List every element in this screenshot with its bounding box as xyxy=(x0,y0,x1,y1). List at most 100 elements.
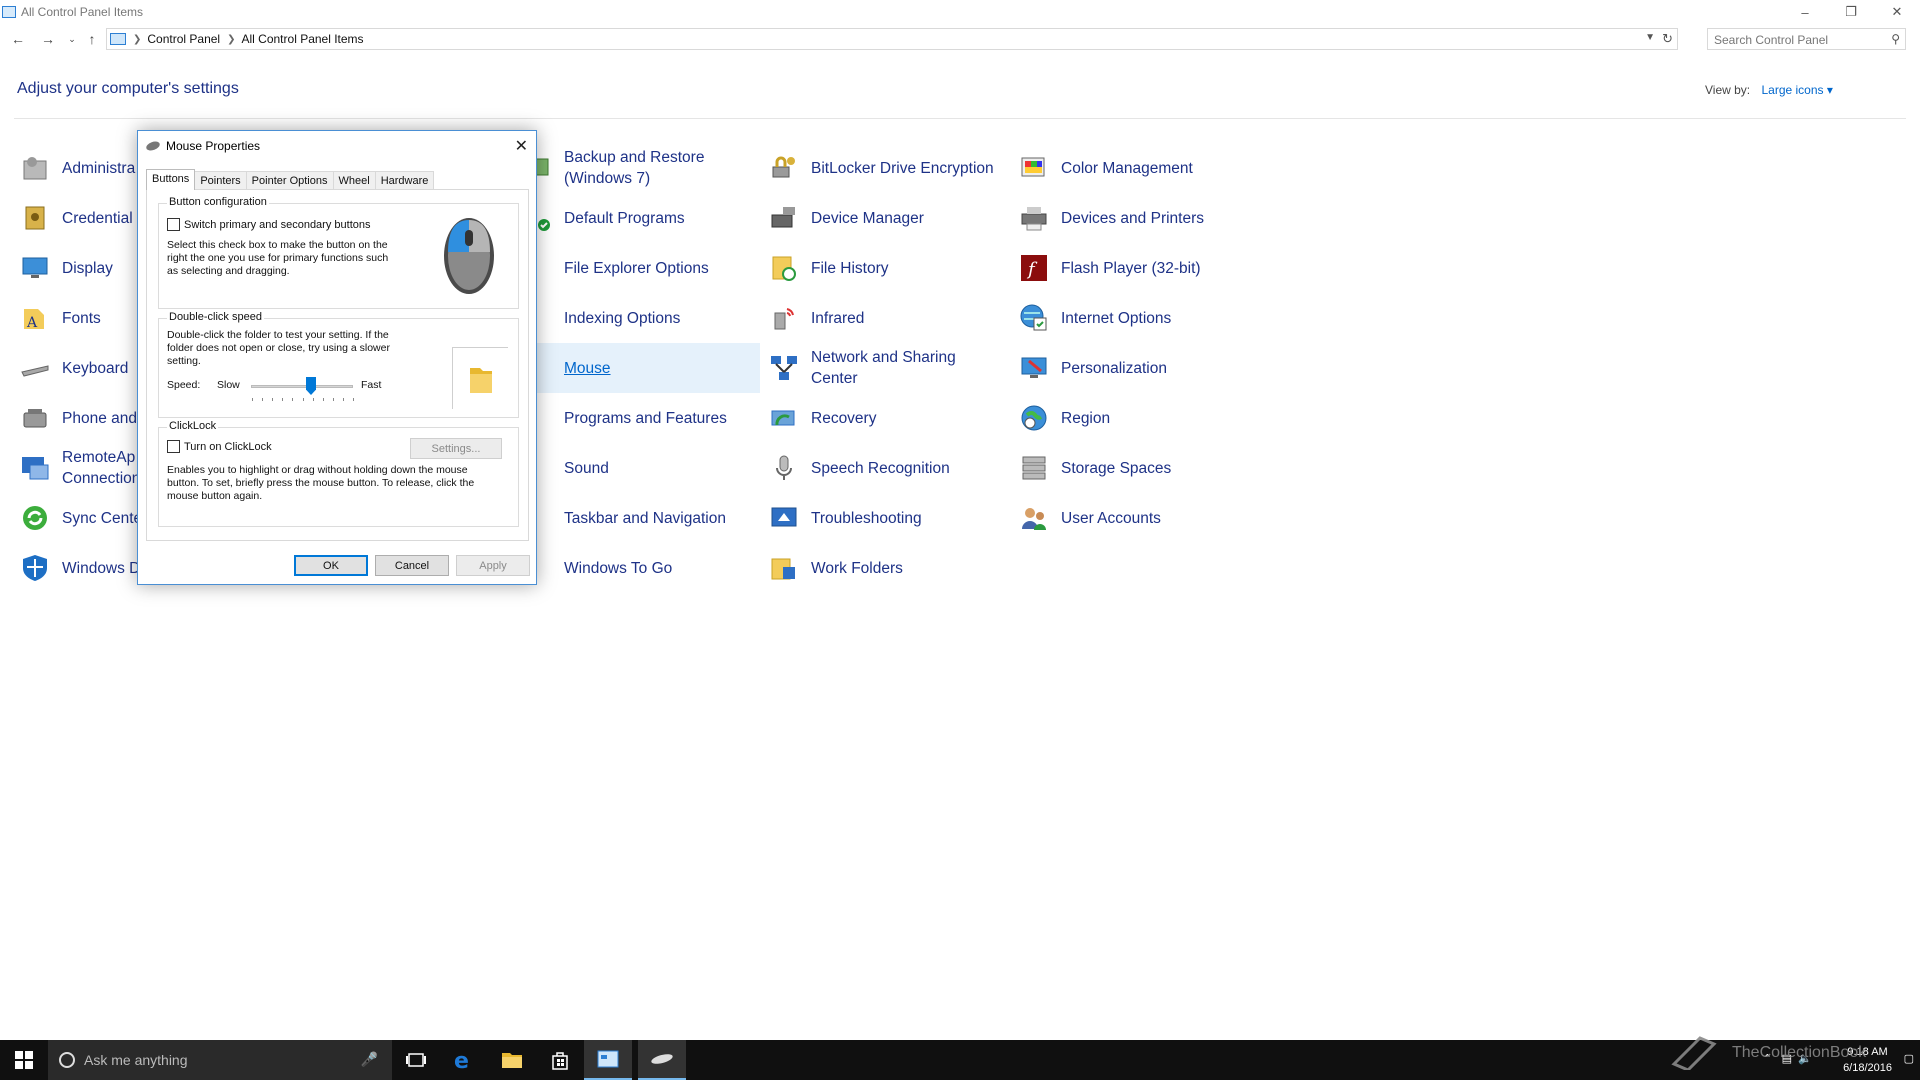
cp-item-default-programs[interactable]: Default Programs xyxy=(520,193,760,243)
minimize-button[interactable]: – xyxy=(1782,0,1828,24)
address-bar[interactable]: ❯ Control Panel ❯ All Control Panel Item… xyxy=(106,28,1678,50)
up-button[interactable]: ↑ xyxy=(82,28,102,50)
tab-pointer-options[interactable]: Pointer Options xyxy=(245,171,334,190)
cp-item-taskbar-navigation[interactable]: Taskbar and Navigation xyxy=(520,493,760,543)
cp-item-sync-center[interactable]: Sync Cente xyxy=(18,493,148,543)
cp-item-work-folders[interactable]: Work Folders xyxy=(767,543,1007,593)
taskbar-control-panel[interactable] xyxy=(584,1040,632,1080)
administrative-tools-icon xyxy=(18,151,52,185)
cp-item-color-management[interactable]: Color Management xyxy=(1017,143,1257,193)
speed-label: Speed: xyxy=(167,379,201,391)
tab-wheel[interactable]: Wheel xyxy=(332,171,376,190)
slider-tick xyxy=(343,398,344,401)
work-folders-icon xyxy=(767,551,801,585)
cp-item-troubleshooting[interactable]: Troubleshooting xyxy=(767,493,1007,543)
forward-button[interactable]: → xyxy=(38,28,58,50)
cp-item-region[interactable]: Region xyxy=(1017,393,1257,443)
checkbox-box[interactable] xyxy=(167,440,180,453)
back-button[interactable]: ← xyxy=(8,28,28,50)
cp-item-bitlocker[interactable]: BitLocker Drive Encryption xyxy=(767,143,1007,193)
control-panel-icon xyxy=(2,6,16,18)
cortana-search-box[interactable]: Ask me anything 🎤 xyxy=(48,1040,392,1080)
recent-locations-button[interactable]: ⌄ xyxy=(62,28,82,50)
cp-item-phone-modem[interactable]: Phone and xyxy=(18,393,148,443)
folder-icon[interactable] xyxy=(466,362,496,396)
breadcrumb-control-panel[interactable]: Control Panel xyxy=(147,32,220,46)
mouse-icon xyxy=(145,139,161,153)
tab-pointers[interactable]: Pointers xyxy=(194,171,247,190)
tab-buttons[interactable]: Buttons xyxy=(146,169,196,190)
test-folder-area[interactable] xyxy=(452,347,508,409)
cp-item-network-sharing[interactable]: Network and Sharing Center xyxy=(767,343,1007,393)
refresh-icon[interactable]: ↻ xyxy=(1662,31,1673,47)
cp-item-internet-options[interactable]: Internet Options xyxy=(1017,293,1257,343)
restore-button[interactable]: ❐ xyxy=(1828,0,1874,24)
cp-item-keyboard[interactable]: Keyboard xyxy=(18,343,148,393)
view-by-dropdown[interactable]: Large icons ▾ xyxy=(1761,83,1832,97)
cp-item-indexing-options[interactable]: Indexing Options xyxy=(520,293,760,343)
start-button[interactable] xyxy=(0,1040,48,1080)
microphone-icon[interactable]: 🎤 xyxy=(361,1051,378,1068)
taskbar-file-explorer[interactable] xyxy=(488,1040,536,1080)
cp-item-file-history[interactable]: File History xyxy=(767,243,1007,293)
cp-item-administrative-tools[interactable]: Administra xyxy=(18,143,148,193)
clock-date: 6/18/2016 xyxy=(1843,1062,1892,1074)
apply-button[interactable]: Apply xyxy=(456,555,530,576)
close-icon[interactable]: ✕ xyxy=(515,136,528,156)
taskbar-store[interactable] xyxy=(536,1040,584,1080)
cp-item-sound[interactable]: Sound xyxy=(520,443,760,493)
cp-item-windows-defender[interactable]: Windows D xyxy=(18,543,148,593)
cp-item-device-manager[interactable]: Device Manager xyxy=(767,193,1007,243)
ok-button[interactable]: OK xyxy=(294,555,368,576)
close-window-button[interactable]: ✕ xyxy=(1874,0,1920,24)
tab-hardware[interactable]: Hardware xyxy=(374,171,435,190)
region-icon xyxy=(1017,401,1051,435)
dialog-title-bar[interactable]: Mouse Properties xyxy=(138,131,536,161)
action-center-icon[interactable]: ▢ xyxy=(1904,1052,1914,1065)
taskbar-mouse-properties[interactable] xyxy=(638,1040,686,1080)
cp-item-mouse[interactable]: Mouse xyxy=(520,343,760,393)
search-input[interactable]: Search Control Panel ⚲ xyxy=(1707,28,1906,50)
slider-ticks xyxy=(251,398,354,401)
clicklock-settings-button[interactable]: Settings... xyxy=(410,438,502,459)
cp-item-user-accounts[interactable]: User Accounts xyxy=(1017,493,1257,543)
page-title: Adjust your computer's settings xyxy=(17,80,239,97)
bitlocker-icon xyxy=(767,151,801,185)
breadcrumb-all-items[interactable]: All Control Panel Items xyxy=(242,32,364,46)
breadcrumb-separator-icon[interactable]: ❯ xyxy=(133,34,141,45)
double-click-speed-slider[interactable] xyxy=(251,377,354,403)
slider-track xyxy=(251,385,353,388)
slider-thumb[interactable] xyxy=(306,377,316,395)
cp-item-credential-manager[interactable]: Credential xyxy=(18,193,148,243)
cp-item-recovery[interactable]: Recovery xyxy=(767,393,1007,443)
breadcrumb-separator-icon[interactable]: ❯ xyxy=(227,34,235,45)
sync-center-icon xyxy=(18,501,52,535)
cp-item-display[interactable]: Display xyxy=(18,243,148,293)
clicklock-checkbox[interactable]: Turn on ClickLock xyxy=(167,440,272,453)
cp-item-file-explorer-options[interactable]: File Explorer Options xyxy=(520,243,760,293)
cp-item-infrared[interactable]: Infrared xyxy=(767,293,1007,343)
cp-item-backup-restore[interactable]: Backup and Restore (Windows 7) xyxy=(520,143,760,193)
cortana-icon xyxy=(59,1052,75,1068)
divider xyxy=(14,118,1906,119)
group-title: ClickLock xyxy=(167,420,219,432)
printer-icon xyxy=(1017,201,1051,235)
cp-item-personalization[interactable]: Personalization xyxy=(1017,343,1257,393)
chevron-down-icon[interactable]: ▼ xyxy=(1645,32,1655,43)
cp-item-devices-printers[interactable]: Devices and Printers xyxy=(1017,193,1257,243)
taskbar-edge[interactable]: e xyxy=(440,1040,488,1080)
cp-item-speech-recognition[interactable]: Speech Recognition xyxy=(767,443,1007,493)
cp-item-flash-player[interactable]: f Flash Player (32-bit) xyxy=(1017,243,1257,293)
cp-item-programs-features[interactable]: Programs and Features xyxy=(520,393,760,443)
cancel-button[interactable]: Cancel xyxy=(375,555,449,576)
search-icon[interactable]: ⚲ xyxy=(1891,32,1900,46)
cp-item-remoteapp[interactable]: RemoteAp Connection xyxy=(18,443,148,493)
cp-item-windows-to-go[interactable]: Windows To Go xyxy=(520,543,760,593)
checkbox-box[interactable] xyxy=(167,218,180,231)
cp-item-fonts[interactable]: A Fonts xyxy=(18,293,148,343)
switch-buttons-checkbox[interactable]: Switch primary and secondary buttons xyxy=(167,218,370,231)
cp-item-storage-spaces[interactable]: Storage Spaces xyxy=(1017,443,1257,493)
task-view-button[interactable] xyxy=(392,1040,440,1080)
search-placeholder: Search Control Panel xyxy=(1714,33,1829,47)
dialog-tabs: Buttons Pointers Pointer Options Wheel H… xyxy=(146,169,435,190)
